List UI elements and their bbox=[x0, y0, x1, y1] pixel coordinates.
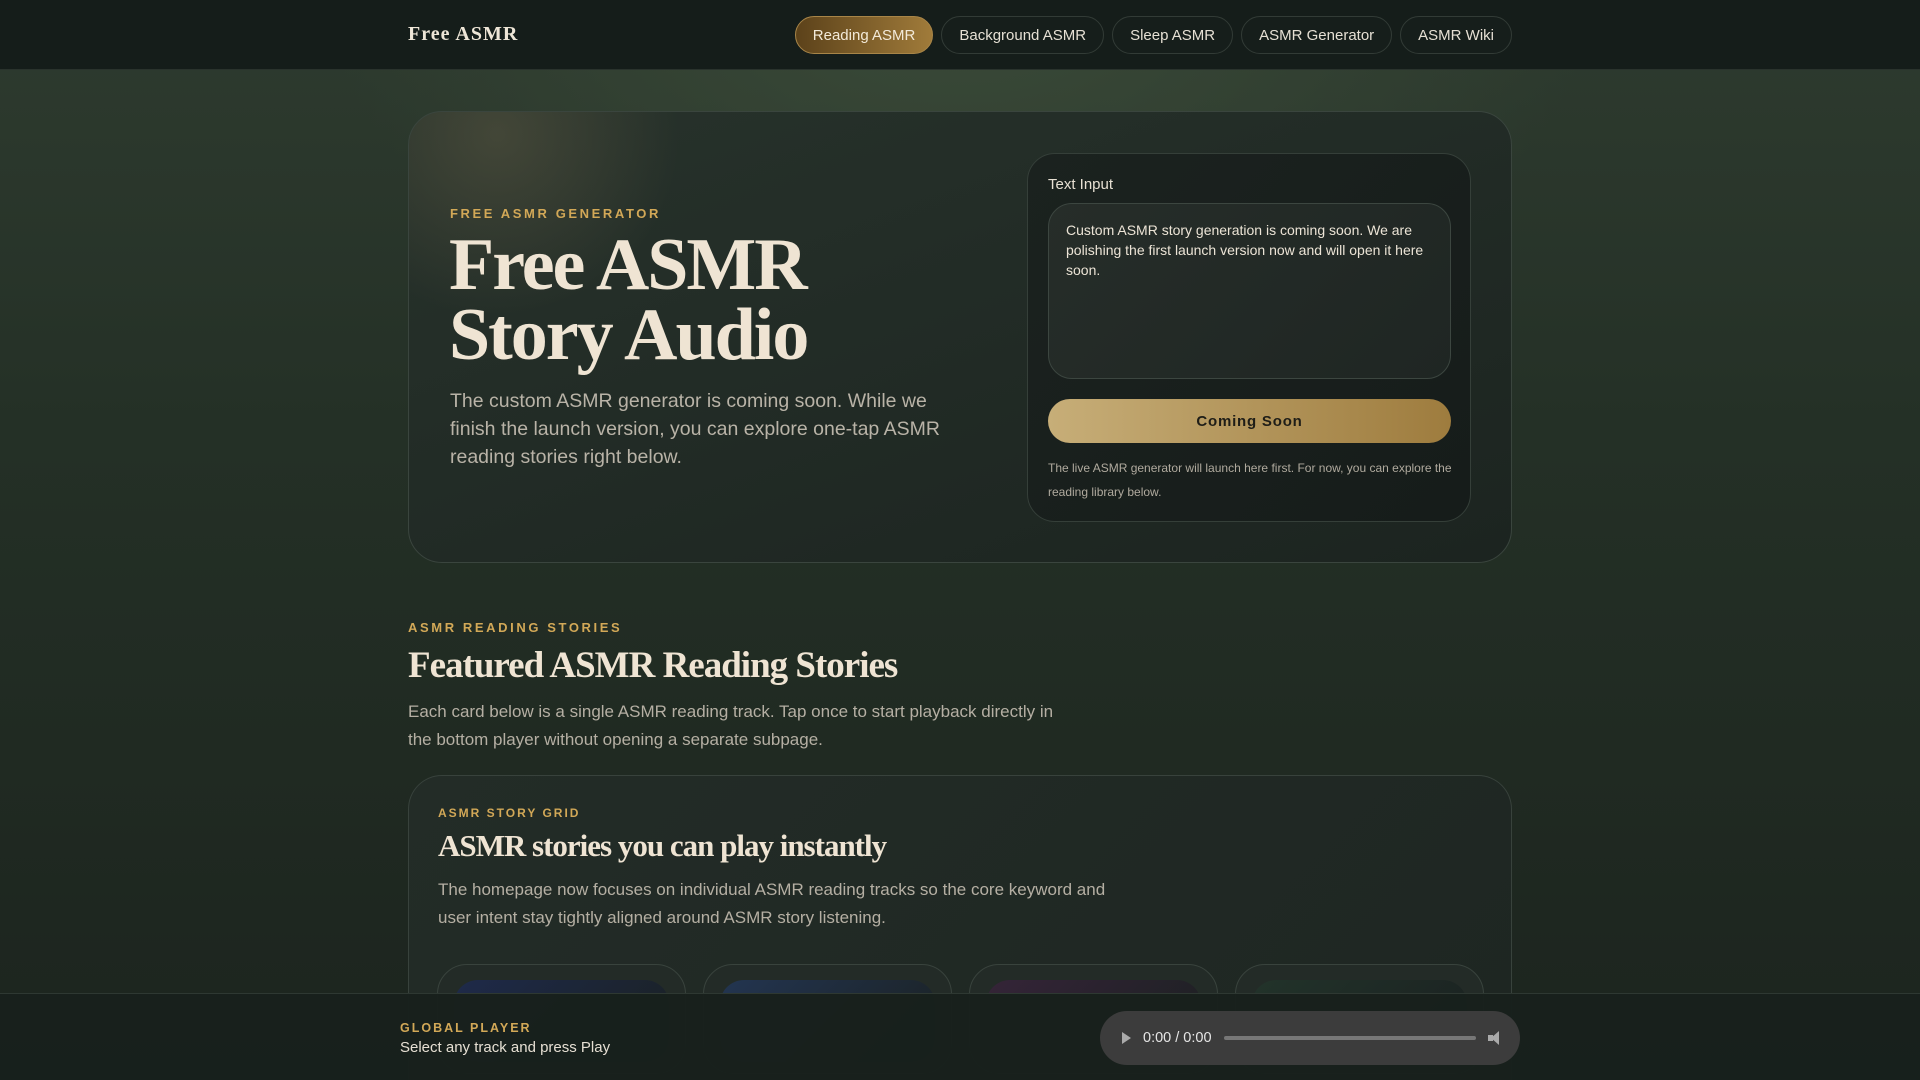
hero-title: Free ASMR Story Audio bbox=[449, 228, 809, 372]
hero-description: The custom ASMR generator is coming soon… bbox=[450, 390, 940, 468]
nav-reading-asmr[interactable]: Reading ASMR bbox=[794, 16, 934, 54]
hero-eyebrow: FREE ASMR GENERATOR bbox=[450, 206, 661, 221]
section-eyebrow: ASMR READING STORIES bbox=[408, 620, 623, 635]
nav-asmr-wiki[interactable]: ASMR Wiki bbox=[1400, 16, 1512, 54]
nav-links: Reading ASMR Background ASMR Sleep ASMR … bbox=[794, 16, 1512, 54]
generator-form: Text Input Custom ASMR story generation … bbox=[1027, 153, 1471, 522]
grid-title: ASMR stories you can play instantly bbox=[438, 828, 887, 863]
global-player: GLOBAL PLAYER Select any track and press… bbox=[0, 993, 1920, 1080]
volume-icon[interactable] bbox=[1488, 1031, 1504, 1045]
text-input-label: Text Input bbox=[1048, 176, 1114, 193]
nav-background-asmr[interactable]: Background ASMR bbox=[941, 16, 1105, 54]
hero-section: FREE ASMR GENERATOR Free ASMR Story Audio… bbox=[408, 111, 1512, 563]
seek-bar[interactable] bbox=[1223, 1036, 1476, 1040]
text-input[interactable]: Custom ASMR story generation is coming s… bbox=[1048, 203, 1451, 379]
grid-eyebrow: ASMR STORY GRID bbox=[438, 806, 581, 820]
nav-sleep-asmr[interactable]: Sleep ASMR bbox=[1112, 16, 1234, 54]
play-icon[interactable] bbox=[1122, 1032, 1131, 1044]
generator-note: The live ASMR generator will launch here… bbox=[1048, 461, 1452, 499]
audio-player[interactable]: 0:00 / 0:00 bbox=[1100, 1011, 1520, 1065]
nav-asmr-generator[interactable]: ASMR Generator bbox=[1241, 16, 1393, 54]
player-status: Select any track and press Play bbox=[400, 1039, 611, 1056]
hero-title-line2: Story Audio bbox=[449, 294, 809, 376]
player-eyebrow: GLOBAL PLAYER bbox=[400, 1021, 532, 1035]
section-description: Each card below is a single ASMR reading… bbox=[408, 702, 1054, 749]
top-nav: Free ASMR Reading ASMR Background ASMR S… bbox=[0, 0, 1920, 70]
site-logo[interactable]: Free ASMR bbox=[408, 23, 518, 46]
grid-description: The homepage now focuses on individual A… bbox=[438, 880, 1106, 927]
section-title: Featured ASMR Reading Stories bbox=[408, 645, 898, 686]
time-display: 0:00 / 0:00 bbox=[1143, 1030, 1212, 1046]
coming-soon-button[interactable]: Coming Soon bbox=[1048, 399, 1451, 443]
